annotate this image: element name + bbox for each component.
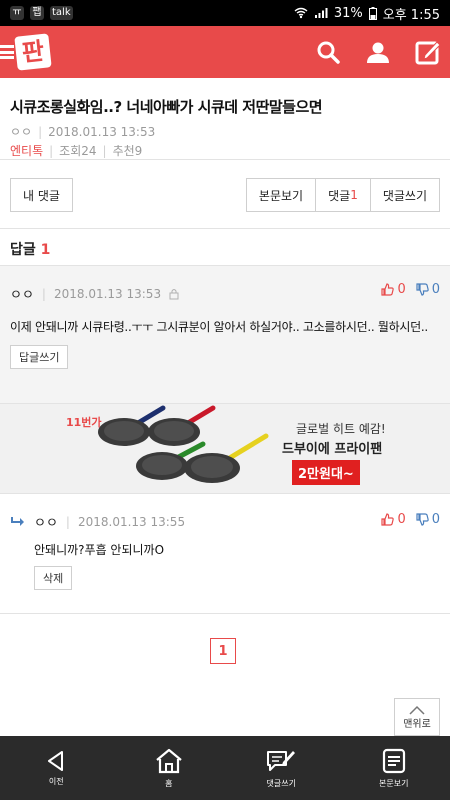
clock: 오후 1:55 — [382, 7, 440, 23]
nav-view-post[interactable]: 본문보기 — [359, 748, 429, 789]
thumb-down-icon — [416, 283, 429, 296]
scroll-to-top-button[interactable]: 맨위로 — [394, 698, 440, 736]
user-icon[interactable] — [364, 38, 392, 66]
frying-pan-image — [98, 405, 269, 483]
lock-icon — [169, 288, 179, 299]
reply-arrow-icon — [11, 516, 24, 526]
thumb-down-icon — [416, 513, 429, 526]
post-meta: ㅇㅇ | 2018.01.13 13:53 — [10, 123, 440, 140]
comment-author: ㅇㅇ — [10, 288, 34, 303]
up-count: 0 — [397, 512, 406, 527]
comments-label: 댓글 — [328, 188, 351, 203]
reply-button[interactable]: 답글쓰기 — [10, 345, 69, 369]
post-category[interactable]: 엔티톡 — [10, 142, 43, 159]
thumb-up-icon — [381, 513, 395, 526]
comment-item: ㅇㅇ | 2018.01.13 13:53 0 0 이제 안돼니까 시큐타령..… — [0, 266, 450, 404]
divider: | — [38, 124, 43, 139]
divider: | — [65, 514, 70, 529]
delete-button[interactable]: 삭제 — [34, 566, 73, 590]
notif-icon-1: ㅠ — [10, 6, 24, 20]
post-recommend: 추천9 — [112, 144, 143, 158]
battery-icon — [368, 6, 377, 20]
scroll-to-top-label: 맨위로 — [403, 718, 431, 730]
post-datetime: 2018.01.13 13:53 — [48, 124, 156, 139]
thumb-up-icon — [381, 283, 395, 296]
nav-back-label: 이전 — [48, 776, 64, 786]
replies-label: 답글 — [10, 242, 36, 258]
comments-count: 1 — [350, 188, 358, 202]
thumb-down-button[interactable]: 0 — [416, 512, 440, 527]
menu-icon[interactable] — [0, 44, 14, 60]
wifi-icon — [294, 7, 308, 19]
post-views: 조회24 — [59, 144, 97, 158]
notif-icon-3: talk — [50, 6, 73, 20]
logo-text: 판 — [14, 33, 52, 71]
divider: | — [41, 286, 46, 301]
ad-tagline: 글로벌 히트 예감! — [296, 422, 386, 436]
signal-icon — [314, 8, 328, 18]
comment-votes: 0 0 — [381, 282, 440, 297]
thumb-up-button[interactable]: 0 — [381, 282, 406, 297]
reply-body: 안돼니까?푸흡 안되니까O — [34, 543, 165, 557]
nav-home[interactable]: 홈 — [134, 748, 204, 789]
bottom-nav: 이전 홈 댓글쓰기 본문보기 — [0, 736, 450, 800]
post-stats: 엔티톡 | 조회24 | 추천9 — [10, 142, 440, 159]
down-count: 0 — [431, 282, 440, 297]
ad-product: 드부이에 프라이팬 — [282, 442, 383, 457]
up-count: 0 — [397, 282, 406, 297]
replies-count: 1 — [40, 242, 51, 258]
reply-datetime: 2018.01.13 13:55 — [77, 514, 186, 529]
post-author: ㅇㅇ — [10, 125, 33, 139]
ad-banner[interactable]: 11번가 글로벌 히트 예감! 드부이에 프라이팬 2만원대~ — [0, 404, 450, 494]
reply-author: ㅇㅇ — [34, 516, 58, 531]
chevron-up-icon — [409, 705, 425, 715]
nav-write-comment[interactable]: 댓글쓰기 — [246, 748, 316, 789]
post-header: 시큐조롱실화임..? 너네아빠가 시큐데 저딴말들으면 ㅇㅇ | 2018.01… — [0, 78, 450, 160]
divider: | — [102, 143, 107, 158]
status-bar: ㅠ 팹 talk 31% 오후 1:55 — [0, 0, 450, 26]
app-header: 판 — [0, 26, 450, 78]
comment-datetime: 2018.01.13 13:53 — [53, 286, 162, 301]
notification-icons: ㅠ 팹 talk — [10, 6, 73, 20]
my-comments-button[interactable]: 내 댓글 — [10, 178, 73, 212]
home-icon — [156, 748, 182, 773]
comment-meta: ㅇㅇ | 2018.01.13 13:53 — [10, 284, 440, 303]
system-status: 31% 오후 1:55 — [294, 4, 440, 23]
replies-header: 답글 1 — [0, 228, 450, 266]
nav-view-post-label: 본문보기 — [379, 778, 409, 788]
nav-back[interactable]: 이전 — [21, 750, 91, 787]
write-icon[interactable] — [414, 38, 442, 66]
page-button-current[interactable]: 1 — [210, 638, 236, 664]
notif-icon-2: 팹 — [30, 6, 44, 20]
reply-item: ㅇㅇ | 2018.01.13 13:55 0 0 안돼니까?푸흡 안되니까O … — [0, 494, 450, 614]
search-icon[interactable] — [314, 38, 342, 66]
comment-write-icon — [267, 750, 296, 771]
app-logo[interactable]: 판 — [0, 26, 52, 78]
document-icon — [382, 748, 405, 773]
view-post-button[interactable]: 본문보기 — [245, 178, 317, 212]
post-title[interactable]: 시큐조롱실화임..? 너네아빠가 시큐데 저딴말들으면 — [10, 96, 440, 117]
divider: | — [49, 143, 54, 158]
comment-body: 이제 안돼니까 시큐타령..ㅜㅜ 그시큐분이 알아서 하실거야.. 고소를하시던… — [10, 320, 428, 334]
write-comment-button[interactable]: 댓글쓰기 — [370, 178, 440, 212]
reply-meta: ㅇㅇ | 2018.01.13 13:55 — [10, 512, 440, 531]
reply-votes: 0 0 — [381, 512, 440, 527]
thumb-down-button[interactable]: 0 — [416, 282, 440, 297]
post-action-group: 본문보기 댓글 1 댓글쓰기 — [245, 178, 440, 212]
header-actions — [314, 38, 442, 66]
back-icon — [48, 750, 64, 771]
battery-percent: 31% — [333, 5, 363, 21]
comments-button[interactable]: 댓글 1 — [316, 178, 371, 212]
comment-actions: 내 댓글 본문보기 댓글 1 댓글쓰기 — [10, 178, 440, 212]
nav-home-label: 홈 — [165, 778, 173, 788]
nav-write-label: 댓글쓰기 — [266, 778, 296, 788]
down-count: 0 — [431, 512, 440, 527]
ad-price: 2만원대~ — [292, 460, 360, 485]
thumb-up-button[interactable]: 0 — [381, 512, 406, 527]
